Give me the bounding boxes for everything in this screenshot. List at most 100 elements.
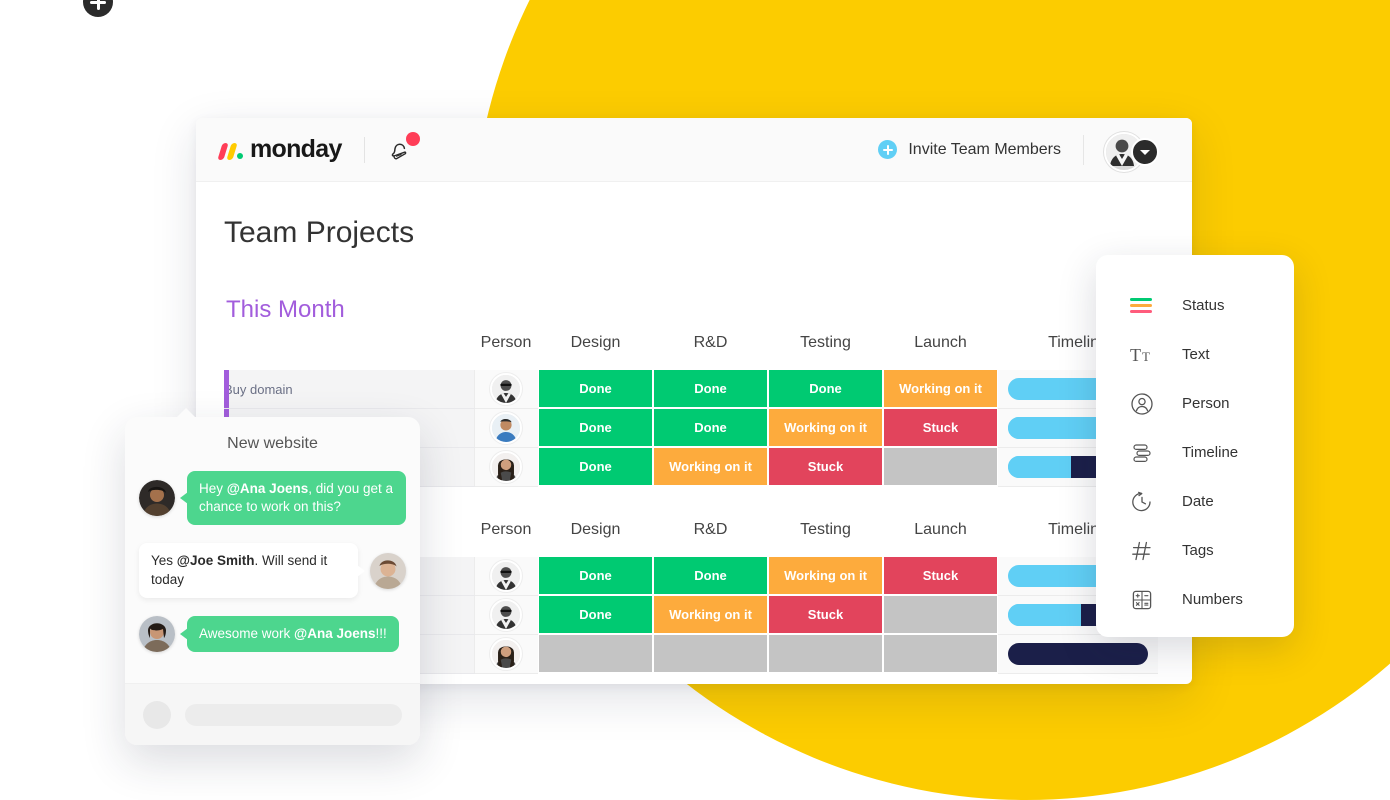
status-cell-launch[interactable] xyxy=(883,596,998,635)
col-header-rnd[interactable]: R&D xyxy=(653,328,768,370)
col-header-rnd[interactable]: R&D xyxy=(653,515,768,557)
menu-item-label: Status xyxy=(1182,297,1225,314)
menu-item-person[interactable]: Person xyxy=(1096,379,1294,428)
status-badge xyxy=(884,596,997,633)
timeline-progress xyxy=(1008,604,1081,626)
status-cell-rnd[interactable] xyxy=(653,635,768,674)
invite-team-members-button[interactable]: Invite Team Members xyxy=(878,140,1061,159)
monday-logo[interactable]: monday xyxy=(217,135,342,164)
timeline-cell[interactable] xyxy=(998,634,1158,674)
menu-item-text[interactable]: T T Text xyxy=(1096,330,1294,379)
chat-avatar xyxy=(139,480,175,517)
status-cell-design[interactable]: Done xyxy=(538,448,653,487)
chat-avatar xyxy=(139,615,175,652)
status-badge: Done xyxy=(539,557,652,595)
col-header-launch[interactable]: Launch xyxy=(883,515,998,557)
person-cell[interactable] xyxy=(473,447,538,487)
svg-text:T: T xyxy=(1130,345,1141,365)
status-badge: Done xyxy=(769,370,882,408)
menu-item-tags[interactable]: Tags xyxy=(1096,526,1294,575)
status-cell-launch[interactable] xyxy=(883,635,998,674)
menu-item-label: Text xyxy=(1182,346,1210,363)
status-cell-rnd[interactable]: Done xyxy=(653,557,768,596)
chat-bubble: Yes @Joe Smith. Will send it today xyxy=(139,543,365,598)
person-icon xyxy=(1130,389,1164,419)
hash-icon xyxy=(1130,536,1164,566)
col-header-person[interactable]: Person xyxy=(474,515,538,557)
menu-item-date[interactable]: Date xyxy=(1096,477,1294,526)
row-name-cell[interactable]: Buy domain xyxy=(224,370,474,409)
chat-message-list: Hey @Ana Joens, did you get a chance to … xyxy=(125,457,420,653)
status-cell-design[interactable]: Done xyxy=(538,370,653,409)
chat-composer[interactable] xyxy=(125,683,420,745)
menu-item-numbers[interactable]: Numbers xyxy=(1096,575,1294,624)
chat-message: Awesome work @Ana Joens!!! xyxy=(139,615,406,653)
col-header-testing[interactable]: Testing xyxy=(768,328,883,370)
status-cell-testing[interactable]: Stuck xyxy=(768,448,883,487)
status-cell-testing[interactable]: Stuck xyxy=(768,596,883,635)
svg-text:T: T xyxy=(1142,349,1150,364)
chevron-down-icon[interactable] xyxy=(1131,137,1159,166)
status-badge xyxy=(654,635,767,672)
topbar-divider xyxy=(363,136,365,163)
status-cell-design[interactable]: Done xyxy=(538,557,653,596)
person-cell[interactable] xyxy=(473,370,538,409)
chat-mention[interactable]: @Ana Joens xyxy=(294,626,375,641)
table-row[interactable]: Buy domain Done Done Done Working on it xyxy=(224,370,1158,409)
col-header-design[interactable]: Design xyxy=(538,515,653,557)
status-cell-design[interactable]: Done xyxy=(538,409,653,448)
status-cell-launch[interactable]: Stuck xyxy=(883,557,998,596)
status-cell-testing[interactable]: Working on it xyxy=(768,409,883,448)
menu-item-status[interactable]: Status xyxy=(1096,281,1294,330)
person-cell[interactable] xyxy=(473,634,538,674)
chat-input[interactable] xyxy=(185,703,402,726)
bell-icon[interactable] xyxy=(387,131,420,165)
status-badge: Done xyxy=(539,596,652,633)
chat-bubble: Awesome work @Ana Joens!!! xyxy=(180,615,399,653)
status-badge: Done xyxy=(539,448,652,485)
status-cell-testing[interactable]: Done xyxy=(768,370,883,409)
status-badge xyxy=(769,635,882,672)
status-cell-testing[interactable]: Working on it xyxy=(768,557,883,596)
menu-item-timeline[interactable]: Timeline xyxy=(1096,428,1294,477)
logo-text: monday xyxy=(250,135,342,163)
clock-icon xyxy=(1130,487,1164,517)
status-badge: Stuck xyxy=(884,557,997,595)
avatar xyxy=(490,638,523,670)
status-cell-rnd[interactable]: Done xyxy=(653,370,768,409)
person-cell[interactable] xyxy=(473,595,538,635)
chat-mention[interactable]: @Joe Smith xyxy=(177,553,255,568)
menu-item-label: Tags xyxy=(1182,542,1214,559)
status-cell-rnd[interactable]: Done xyxy=(653,409,768,448)
col-header-name xyxy=(224,328,474,370)
status-badge: Working on it xyxy=(769,409,882,446)
chat-mention[interactable]: @Ana Joens xyxy=(227,481,308,496)
col-header-launch[interactable]: Launch xyxy=(883,328,998,370)
page-title: Team Projects xyxy=(224,216,415,249)
logo-marks-icon xyxy=(217,140,243,160)
status-cell-rnd[interactable]: Working on it xyxy=(653,448,768,487)
board-title: This Month xyxy=(226,296,345,323)
status-cell-launch[interactable]: Stuck xyxy=(883,409,998,448)
col-header-person[interactable]: Person xyxy=(474,328,538,370)
person-cell[interactable] xyxy=(473,408,538,448)
status-cell-design[interactable] xyxy=(538,635,653,674)
status-cell-rnd[interactable]: Working on it xyxy=(653,596,768,635)
status-cell-design[interactable]: Done xyxy=(538,596,653,635)
status-badge: Working on it xyxy=(769,557,882,595)
status-badge: Working on it xyxy=(654,448,767,485)
col-header-testing[interactable]: Testing xyxy=(768,515,883,557)
invite-label: Invite Team Members xyxy=(908,140,1061,158)
avatar xyxy=(490,373,523,405)
menu-item-label: Date xyxy=(1182,493,1214,510)
status-cell-launch[interactable] xyxy=(883,448,998,487)
add-column-button[interactable] xyxy=(83,0,113,17)
status-cell-testing[interactable] xyxy=(768,635,883,674)
status-badge: Stuck xyxy=(769,448,882,485)
col-header-design[interactable]: Design xyxy=(538,328,653,370)
menu-item-label: Numbers xyxy=(1182,591,1243,608)
status-cell-launch[interactable]: Working on it xyxy=(883,370,998,409)
account-menu[interactable] xyxy=(1104,131,1164,172)
person-cell[interactable] xyxy=(473,557,538,596)
status-badge: Done xyxy=(654,409,767,446)
